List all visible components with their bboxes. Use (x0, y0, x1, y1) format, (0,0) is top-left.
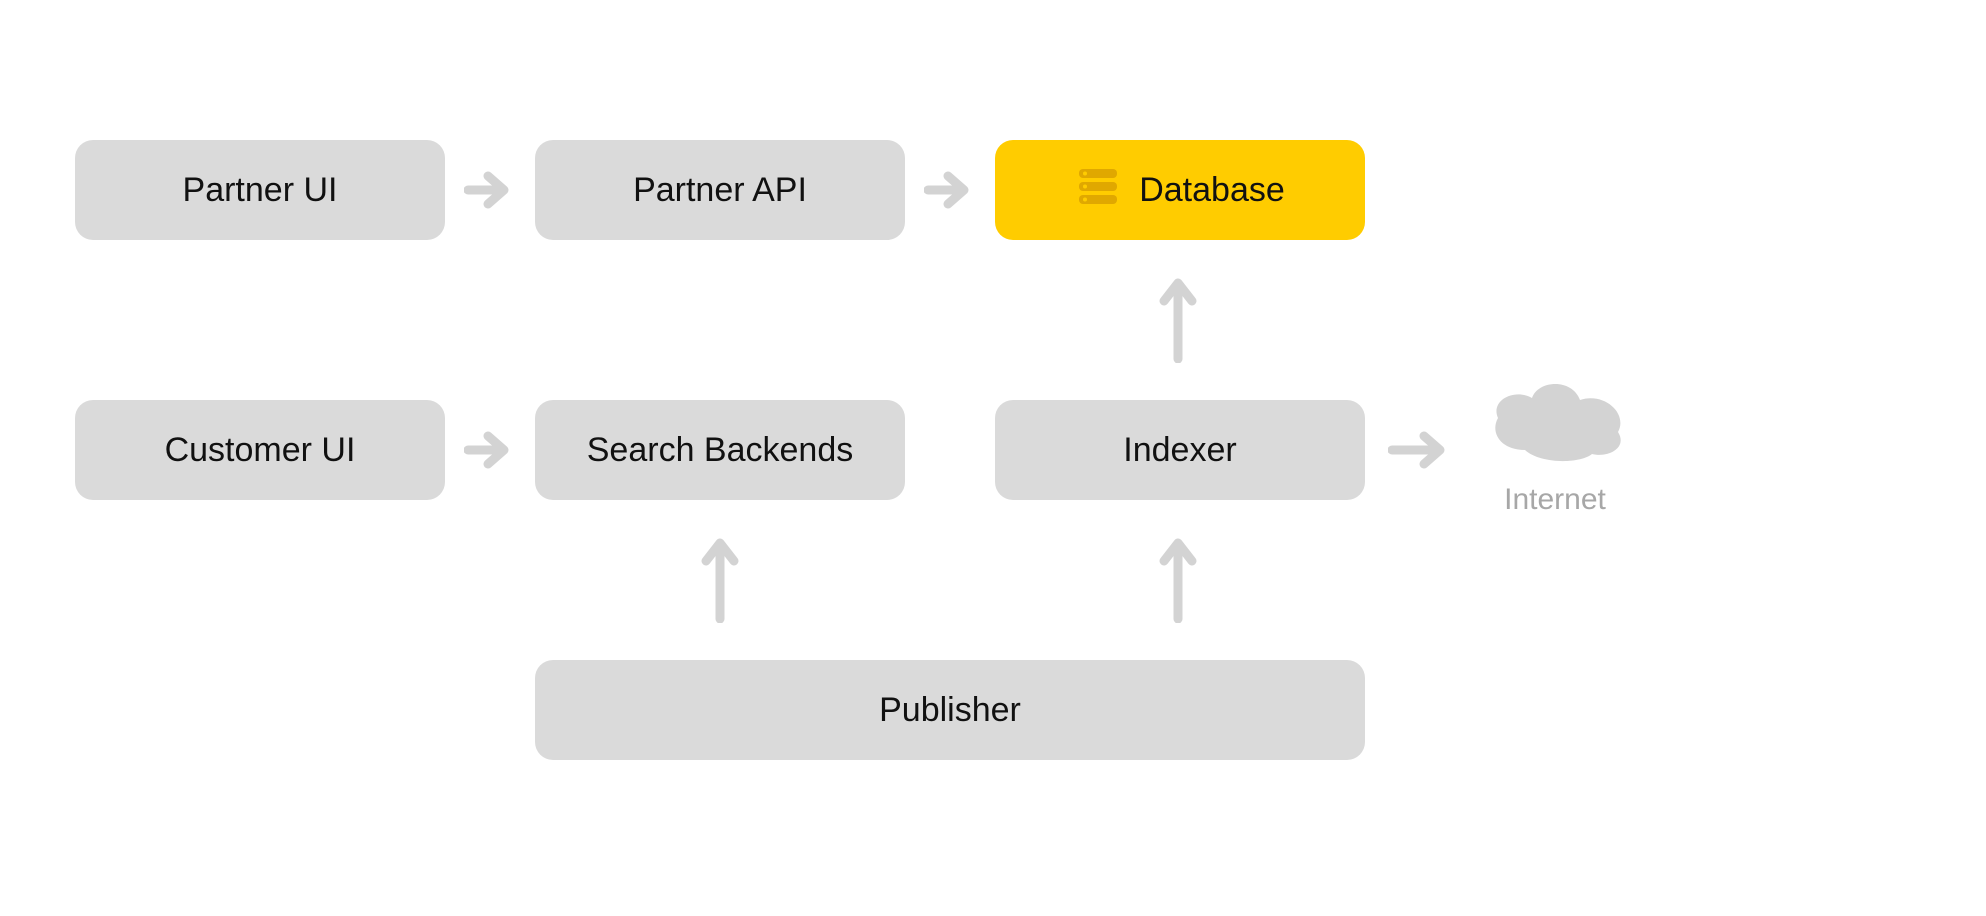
node-label: Partner UI (183, 171, 338, 210)
node-search-backends: Search Backends (535, 400, 905, 500)
arrow-right-icon (1380, 428, 1460, 472)
node-label: Partner API (633, 171, 807, 210)
node-publisher: Publisher (535, 660, 1365, 760)
database-icon (1075, 163, 1121, 218)
arrow-right-icon (915, 168, 985, 212)
internet-label: Internet (1475, 483, 1635, 517)
node-partner-ui: Partner UI (75, 140, 445, 240)
node-database: Database (995, 140, 1365, 240)
node-label: Search Backends (587, 431, 854, 470)
arrow-up-icon (698, 522, 742, 632)
node-label: Database (1139, 171, 1285, 210)
node-partner-api: Partner API (535, 140, 905, 240)
cloud-icon (1480, 457, 1630, 474)
arrow-up-icon (1156, 262, 1200, 372)
node-label: Customer UI (165, 431, 356, 470)
node-customer-ui: Customer UI (75, 400, 445, 500)
internet-node: Internet (1475, 370, 1635, 517)
node-label: Indexer (1123, 431, 1236, 470)
arrow-up-icon (1156, 522, 1200, 632)
arrow-right-icon (455, 428, 525, 472)
arrow-right-icon (455, 168, 525, 212)
node-label: Publisher (879, 691, 1021, 730)
node-indexer: Indexer (995, 400, 1365, 500)
